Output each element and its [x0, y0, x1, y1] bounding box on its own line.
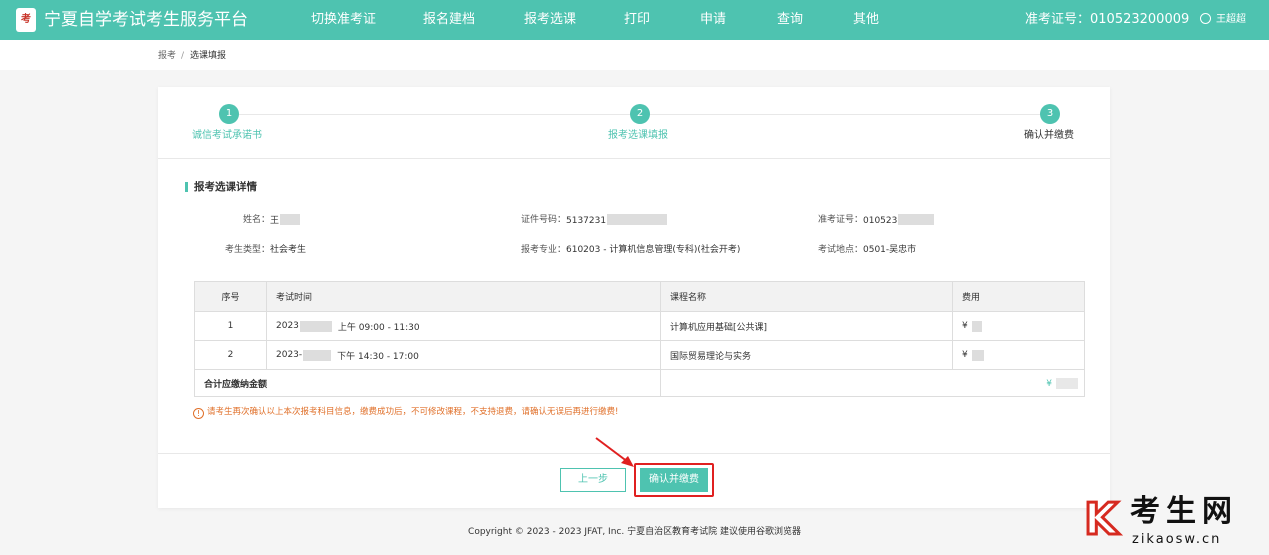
- breadcrumb-root[interactable]: 报考: [158, 50, 176, 62]
- step-1-circle: 1: [219, 104, 239, 124]
- redaction-mask: [971, 320, 982, 332]
- nav-print[interactable]: 打印: [624, 12, 650, 28]
- redaction-mask: [303, 349, 332, 361]
- confirm-pay-button[interactable]: 确认并缴费: [640, 468, 708, 492]
- header-cell: 考试时间: [266, 282, 660, 311]
- table-header: 序号 考试时间 课程名称 费用: [195, 282, 1084, 311]
- id-label: 证件号码：: [520, 215, 566, 225]
- section-title: 报考选课详情: [194, 181, 257, 193]
- name-label: 姓名：: [242, 215, 270, 225]
- redaction-mask: [971, 349, 984, 361]
- site-value: 0501-吴忠市: [863, 245, 917, 255]
- redaction-mask: [280, 214, 301, 225]
- header-cell: 费用: [952, 282, 1084, 311]
- total-row: 合计应缴纳金额 ¥: [195, 369, 1084, 397]
- redaction-mask: [299, 320, 332, 332]
- total-label: 合计应缴纳金额: [204, 380, 268, 390]
- user-icon: [1200, 13, 1211, 24]
- arrow-annotation: [595, 437, 634, 467]
- id-value: 5137231: [566, 214, 668, 227]
- info-icon: !: [193, 408, 204, 419]
- course-table: 序号 考试时间 课程名称 费用 1 2023 上午 09:00 - 11:30 计…: [194, 281, 1085, 397]
- redaction-mask: [607, 214, 668, 225]
- breadcrumb: 报考 / 选课填报: [0, 40, 1269, 70]
- step-1-label: 诚信考试承诺书: [192, 130, 262, 141]
- table-row: 1 2023 上午 09:00 - 11:30 计算机应用基础[公共课] ¥: [195, 311, 1084, 340]
- table-row: 2 2023- 下午 14:30 - 17:00 国际贸易理论与实务 ¥: [195, 340, 1084, 369]
- breadcrumb-current: 选课填报: [190, 51, 227, 61]
- course-name: 国际贸易理论与实务: [660, 341, 952, 369]
- exam-time: 2023 上午 09:00 - 11:30: [266, 312, 660, 340]
- warning-notice: ! 请考生再次确认以上本次报考科目信息，缴费成功后，不可修改课程，不支持退费，请确…: [193, 406, 618, 419]
- course-fee: ¥: [952, 341, 1084, 369]
- nav-registration[interactable]: 报名建档: [423, 12, 475, 28]
- ticket-number: 准考证号：010523200009: [1025, 12, 1190, 27]
- user-menu[interactable]: 王超超: [1200, 13, 1246, 27]
- total-value: ¥: [660, 370, 1084, 397]
- logo: 考: [16, 8, 36, 32]
- nav-apply[interactable]: 申请: [700, 12, 726, 28]
- header-cell: 序号: [221, 293, 240, 303]
- section-marker: [185, 182, 188, 192]
- site-label: 考试地点：: [817, 245, 863, 255]
- nav-course-selection[interactable]: 报考选课: [524, 12, 576, 28]
- name-value: 王: [270, 214, 301, 227]
- divider: [158, 158, 1110, 159]
- redaction-mask: [1056, 378, 1078, 389]
- watermark: K 考生网 zikaosw.cn: [1080, 494, 1266, 552]
- major-label: 报考专业：: [520, 245, 566, 255]
- site-title: 宁夏自学考试考生服务平台: [44, 10, 248, 30]
- step-2-circle: 2: [630, 104, 650, 124]
- watermark-url: zikaosw.cn: [1132, 532, 1222, 547]
- breadcrumb-separator: /: [181, 51, 185, 61]
- top-navbar: 考 宁夏自学考试考生服务平台 切换准考证 报名建档 报考选课 打印 申请 查询 …: [0, 0, 1269, 40]
- ticket-value: 010523: [863, 214, 935, 227]
- ticket-label: 准考证号：: [817, 215, 863, 225]
- row-number: 1: [227, 321, 234, 331]
- user-name: 王超超: [1216, 14, 1246, 25]
- watermark-logo: K: [1082, 494, 1119, 545]
- header-cell: 课程名称: [660, 282, 952, 311]
- exam-time: 2023- 下午 14:30 - 17:00: [266, 341, 660, 369]
- step-2-label: 报考选课填报: [608, 130, 668, 141]
- redaction-mask: [898, 214, 935, 225]
- step-3-circle: 3: [1040, 104, 1060, 124]
- type-label: 考生类型：: [224, 245, 270, 255]
- watermark-text: 考生网: [1130, 494, 1238, 529]
- nav-switch-ticket[interactable]: 切换准考证: [311, 12, 376, 28]
- course-name: 计算机应用基础[公共课]: [660, 312, 952, 340]
- nav-other[interactable]: 其他: [853, 12, 879, 28]
- major-value: 610203 - 计算机信息管理(专科)(社会开考): [566, 245, 741, 255]
- row-number: 2: [227, 350, 234, 360]
- footer: Copyright © 2023 - 2023 JFAT, Inc. 宁夏自治区…: [468, 527, 801, 537]
- nav-query[interactable]: 查询: [777, 12, 803, 28]
- type-value: 社会考生: [270, 245, 307, 255]
- step-3-label: 确认并缴费: [1024, 130, 1074, 141]
- course-fee: ¥: [952, 312, 1084, 340]
